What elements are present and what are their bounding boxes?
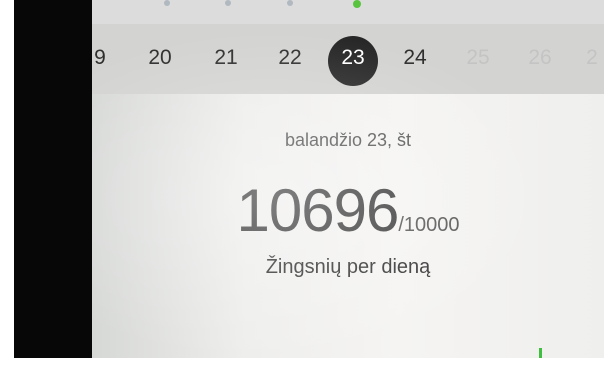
activity-dot [164,0,170,6]
day-23-selected[interactable]: 23 [335,46,371,70]
chart-bar [539,348,542,358]
activity-dot [287,0,293,6]
steps-caption: Žingsnių per dieną [265,256,431,278]
activity-dot [225,0,231,6]
day-20[interactable]: 20 [142,46,178,70]
day-26[interactable]: 26 [522,46,558,70]
day-21[interactable]: 21 [208,46,244,70]
activity-dot-current [353,0,361,8]
week-activity-strip [92,0,604,24]
day-25[interactable]: 25 [460,46,496,70]
phone-screen: 9 20 21 22 23 24 25 26 2 balandžio 23, š… [92,0,604,358]
day-27-partial[interactable]: 2 [574,46,604,70]
selected-date-label: balandžio 23, št [284,130,412,150]
steps-count: 10696 [236,177,399,244]
day-24[interactable]: 24 [397,46,433,70]
day-9[interactable]: 9 [92,46,118,70]
steps-goal: /10000 [398,214,460,236]
steps-readout: 10696/10000 [92,176,604,245]
photo: 9 20 21 22 23 24 25 26 2 balandžio 23, š… [0,0,606,368]
day-22[interactable]: 22 [272,46,308,70]
